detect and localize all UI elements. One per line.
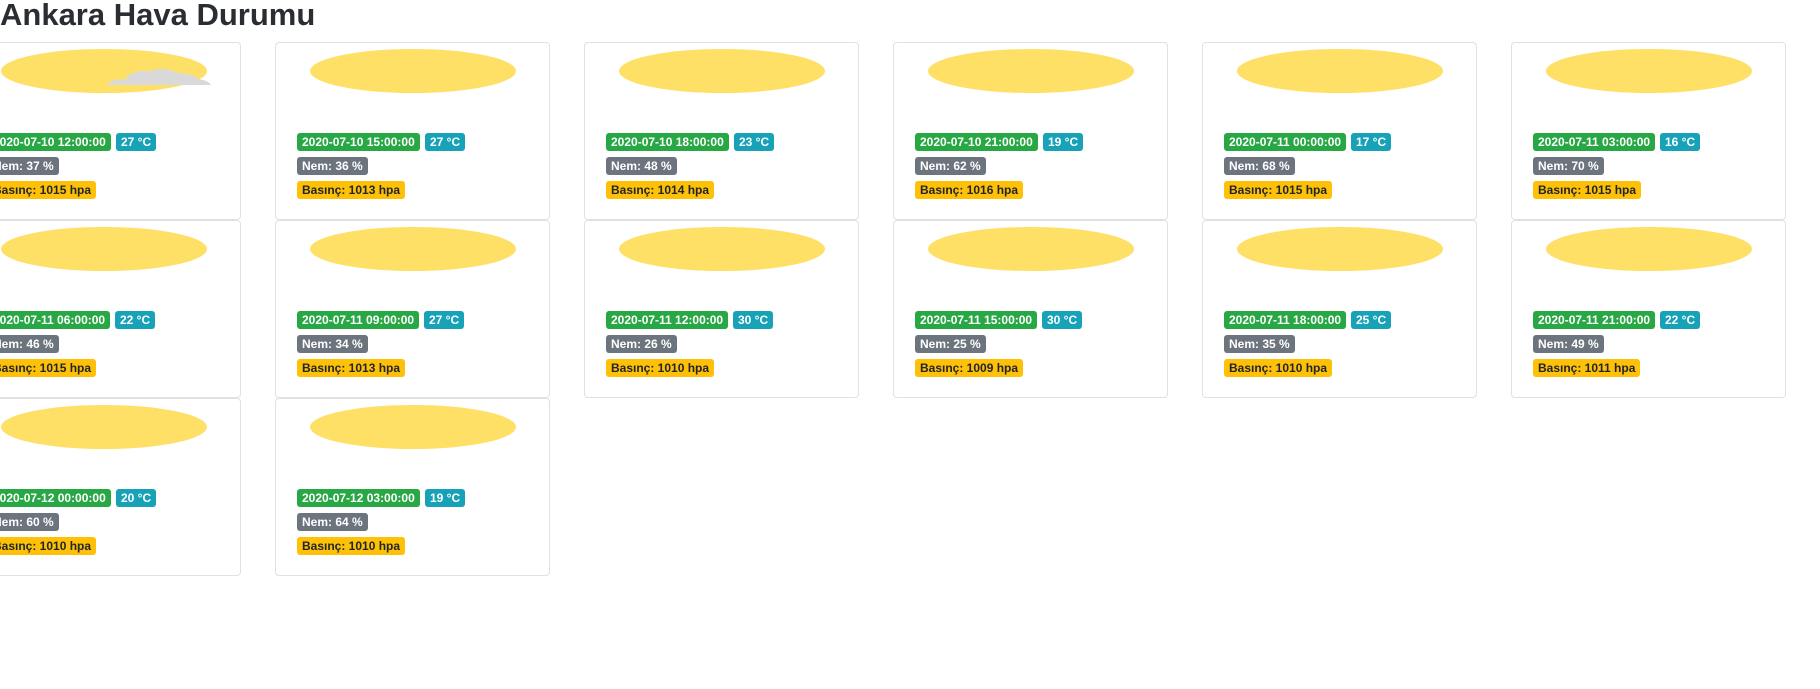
pressure-badge: Basınç: 1013 hpa <box>297 359 406 377</box>
temperature-badge: 22 °C <box>1660 311 1701 329</box>
temperature-badge: 16 °C <box>1660 133 1701 151</box>
humidity-badge: Nem: 62 % <box>915 157 986 175</box>
sun-icon <box>1237 227 1443 271</box>
humidity-badge: Nem: 60 % <box>0 513 59 531</box>
datetime-badge: 2020-07-11 06:00:00 <box>0 311 111 329</box>
sun-icon <box>928 227 1134 271</box>
humidity-badge: Nem: 68 % <box>1224 157 1295 175</box>
forecast-card: 2020-07-11 00:00:00 17 °C Nem: 68 % Basınç:… <box>1202 42 1477 220</box>
humidity-badge: Nem: 46 % <box>0 335 59 353</box>
sun-icon <box>1 227 207 271</box>
sun-icon <box>1546 227 1752 271</box>
pressure-badge: Basınç: 1010 hpa <box>606 359 715 377</box>
temperature-badge: 23 °C <box>734 133 775 151</box>
datetime-badge: 2020-07-11 15:00:00 <box>915 311 1038 329</box>
forecast-card: 2020-07-12 03:00:00 19 °C Nem: 64 % Basınç:… <box>275 398 550 576</box>
datetime-badge: 2020-07-11 03:00:00 <box>1533 133 1656 151</box>
sun-icon <box>310 227 516 271</box>
sun-icon <box>1 405 207 449</box>
sun-with-cloud-icon <box>1 49 211 93</box>
forecast-card: 2020-07-10 18:00:00 23 °C Nem: 48 % Basınç:… <box>584 42 859 220</box>
temperature-badge: 19 °C <box>1043 133 1084 151</box>
sun-icon <box>1546 49 1752 93</box>
humidity-badge: Nem: 25 % <box>915 335 986 353</box>
forecast-card: 2020-07-11 18:00:00 25 °C Nem: 35 % Basınç:… <box>1202 220 1477 398</box>
temperature-badge: 27 °C <box>424 311 465 329</box>
forecast-card: 2020-07-11 06:00:0022 °C Nem: 46 % Basınç:… <box>0 220 241 398</box>
datetime-badge: 2020-07-11 00:00:00 <box>1224 133 1347 151</box>
humidity-badge: Nem: 48 % <box>606 157 677 175</box>
pressure-badge: Basınç: 1010 hpa <box>297 537 406 555</box>
forecast-card: 2020-07-11 21:00:00 22 °C Nem: 49 % Basınç:… <box>1511 220 1786 398</box>
humidity-badge: Nem: 64 % <box>297 513 368 531</box>
pressure-badge: Basınç: 1010 hpa <box>1224 359 1333 377</box>
pressure-badge: Basınç: 1015 hpa <box>1224 181 1333 199</box>
datetime-badge: 2020-07-11 21:00:00 <box>1533 311 1656 329</box>
temperature-badge: 30 °C <box>733 311 774 329</box>
pressure-badge: Basınç: 1016 hpa <box>915 181 1024 199</box>
temperature-badge: 17 °C <box>1351 133 1392 151</box>
datetime-badge: 2020-07-11 18:00:00 <box>1224 311 1347 329</box>
forecast-card: 2020-07-11 09:00:00 27 °C Nem: 34 % Basınç:… <box>275 220 550 398</box>
forecast-card: 2020-07-11 12:00:00 30 °C Nem: 26 % Basınç:… <box>584 220 859 398</box>
humidity-badge: Nem: 70 % <box>1533 157 1604 175</box>
forecast-card: 2020-07-12 00:00:00 20 °C Nem: 60 % Basınç:… <box>0 398 241 576</box>
datetime-badge: 2020-07-10 15:00:00 <box>297 133 420 151</box>
datetime-badge: 2020-07-10 12:00:00 <box>0 133 111 151</box>
pressure-badge: Basınç: 1011 hpa <box>1533 359 1641 377</box>
datetime-badge: 2020-07-10 18:00:00 <box>606 133 729 151</box>
sun-icon <box>310 405 516 449</box>
temperature-badge: 20 °C <box>116 489 157 507</box>
sun-icon <box>928 49 1134 93</box>
humidity-badge: Nem: 36 % <box>297 157 368 175</box>
pressure-badge: Basınç: 1015 hpa <box>1533 181 1642 199</box>
temperature-badge: 22 °C <box>115 311 156 329</box>
datetime-badge: 2020-07-11 09:00:00 <box>297 311 420 329</box>
sun-icon <box>1237 49 1443 93</box>
humidity-badge: Nem: 26 % <box>606 335 677 353</box>
pressure-badge: Basınç: 1010 hpa <box>0 537 97 555</box>
humidity-badge: Nem: 35 % <box>1224 335 1295 353</box>
forecast-card: 2020-07-10 15:00:00 27 °C Nem: 36 % Basınç:… <box>275 42 550 220</box>
datetime-badge: 2020-07-12 03:00:00 <box>297 489 420 507</box>
sun-icon <box>619 227 825 271</box>
forecast-card: 2020-07-11 03:00:00 16 °C Nem: 70 % Basınç:… <box>1511 42 1786 220</box>
pressure-badge: Basınç: 1015 hpa <box>0 359 97 377</box>
humidity-badge: Nem: 49 % <box>1533 335 1604 353</box>
sun-icon <box>310 49 516 93</box>
pressure-badge: Basınç: 1009 hpa <box>915 359 1024 377</box>
sun-icon <box>619 49 825 93</box>
temperature-badge: 25 °C <box>1351 311 1392 329</box>
pressure-badge: Basınç: 1013 hpa <box>297 181 406 199</box>
temperature-badge: 30 °C <box>1042 311 1083 329</box>
forecast-grid: 2020-07-10 12:00:00 27 °C Nem: 37 % Basınç:… <box>0 42 1820 602</box>
pressure-badge: Basınç: 1015 hpa <box>0 181 97 199</box>
forecast-card: 2020-07-10 21:00:00 19 °C Nem: 62 % Basınç:… <box>893 42 1168 220</box>
forecast-card: 2020-07-10 12:00:00 27 °C Nem: 37 % Basınç:… <box>0 42 241 220</box>
temperature-badge: 27 °C <box>116 133 157 151</box>
page-title: Ankara Hava Durumu <box>0 0 316 32</box>
temperature-badge: 19 °C <box>425 489 466 507</box>
datetime-badge: 2020-07-11 12:00:00 <box>606 311 729 329</box>
datetime-badge: 2020-07-12 00:00:00 <box>0 489 111 507</box>
datetime-badge: 2020-07-10 21:00:00 <box>915 133 1038 151</box>
humidity-badge: Nem: 34 % <box>297 335 368 353</box>
temperature-badge: 27 °C <box>425 133 466 151</box>
pressure-badge: Basınç: 1014 hpa <box>606 181 715 199</box>
forecast-card: 2020-07-11 15:00:00 30 °C Nem: 25 % Basınç:… <box>893 220 1168 398</box>
humidity-badge: Nem: 37 % <box>0 157 59 175</box>
